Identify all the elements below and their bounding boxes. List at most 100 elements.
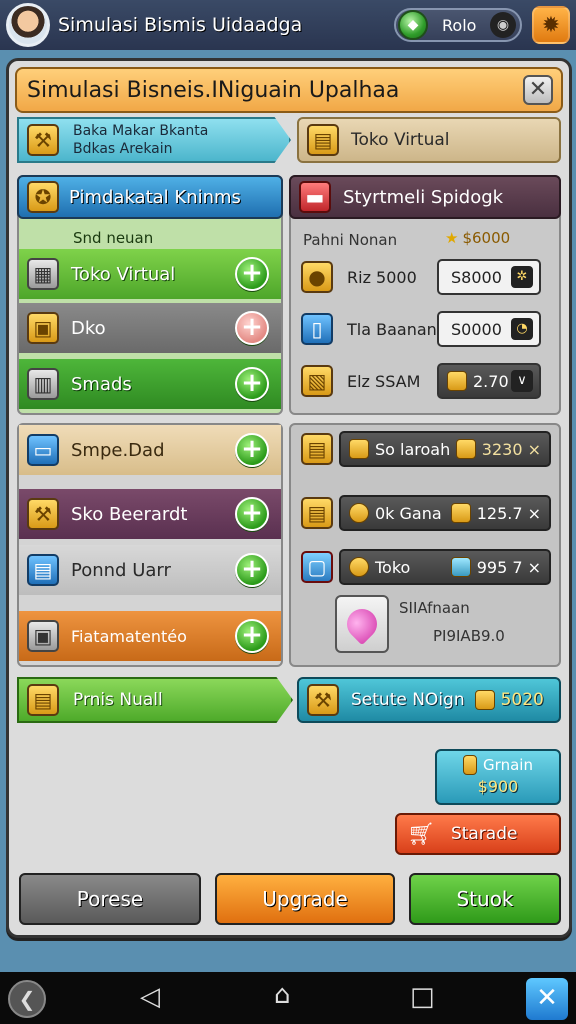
add-button[interactable]: + bbox=[235, 257, 269, 291]
list-item-toko-virtual[interactable]: ▦ Toko Virtual + bbox=[19, 249, 281, 299]
coin-small-icon bbox=[474, 690, 495, 710]
back-icon[interactable]: ◁ bbox=[140, 982, 160, 1012]
banner-bottom-right[interactable]: ⚒ Setute NOign 5020 bbox=[297, 677, 561, 723]
player-avatar[interactable] bbox=[6, 3, 50, 47]
left-header-label: Pimdakatal Kninms bbox=[69, 186, 241, 208]
gear-small-icon bbox=[349, 557, 369, 577]
shop-icon: ▦ bbox=[27, 258, 59, 290]
price-box[interactable]: 2.70 ∨ bbox=[437, 363, 541, 399]
app-title: Simulasi Bismis Uidaadga bbox=[58, 14, 303, 36]
gain-label: Grnain bbox=[437, 755, 559, 775]
gold-bar-icon bbox=[463, 755, 478, 775]
briefcase-icon: ▬ bbox=[299, 181, 331, 213]
tools-icon: ⚒ bbox=[27, 124, 59, 156]
settings-gear-button[interactable]: ✹ bbox=[532, 6, 570, 44]
list-item-smads[interactable]: ▥ Smads + bbox=[19, 359, 281, 409]
crate-icon: ▤ bbox=[27, 684, 59, 716]
wrench-icon: ⚒ bbox=[27, 498, 59, 530]
add-button[interactable]: + bbox=[235, 553, 269, 587]
right-subheader-value: ★ $6000 bbox=[445, 229, 510, 247]
gem-item-card[interactable] bbox=[335, 595, 389, 653]
gem-item-label: SIIAfnaan bbox=[399, 599, 470, 617]
coins-icon: ● bbox=[301, 261, 333, 293]
item-label: Ponnd Uarr bbox=[71, 559, 171, 581]
add-button[interactable]: + bbox=[235, 619, 269, 653]
document-icon: ▤ bbox=[27, 554, 59, 586]
list-item-fiatamatenteo[interactable]: ▣ Fiatamatentéo + bbox=[19, 611, 281, 661]
box-small-icon bbox=[450, 503, 471, 523]
list-item-smpe-dad[interactable]: ▭ Smpe.Dad + bbox=[19, 425, 281, 475]
currency-display[interactable]: ◆ Rolo ◉ bbox=[394, 8, 522, 42]
left-subheader: Snd neuan bbox=[73, 229, 154, 247]
price-value: 2.70 bbox=[473, 371, 509, 391]
stat-pill[interactable]: Toko 995 7 × bbox=[339, 549, 551, 585]
price-row-label: Elz SSAM bbox=[347, 371, 421, 391]
lock-icon: ◉ bbox=[490, 12, 516, 38]
add-button[interactable]: + bbox=[235, 497, 269, 531]
gain-value: $900 bbox=[477, 777, 519, 796]
gem-heart-icon bbox=[340, 602, 384, 646]
stat-label: 0k Gana bbox=[375, 503, 442, 523]
add-button[interactable]: + bbox=[235, 433, 269, 467]
recents-icon[interactable]: □ bbox=[410, 982, 435, 1012]
item-label: Dko bbox=[71, 317, 106, 339]
add-button[interactable]: + bbox=[235, 311, 269, 345]
monitor-icon: ▢ bbox=[301, 551, 333, 583]
banner-right[interactable]: ▤ Toko Virtual bbox=[297, 117, 561, 163]
list-item-sko-beerardt[interactable]: ⚒ Sko Beerardt + bbox=[19, 489, 281, 539]
close-button[interactable]: ✕ bbox=[523, 75, 553, 105]
stock-button[interactable]: Stuok bbox=[409, 873, 561, 925]
item-label: Smpe.Dad bbox=[71, 439, 165, 461]
banner-bottom-left[interactable]: ▤ Prnis Nuall bbox=[17, 677, 293, 723]
banner-left-line2: Bdkas Arekain bbox=[73, 141, 173, 157]
gain-button[interactable]: Grnain $900 bbox=[435, 749, 561, 805]
settings-small-icon: ✲ bbox=[511, 266, 533, 288]
price-row-label: Tla Baanan bbox=[347, 319, 437, 339]
banner-left[interactable]: ⚒ Baka Makar Bkanta Bdkas Arekain bbox=[17, 117, 291, 163]
item-label: Sko Beerardt bbox=[71, 503, 188, 525]
banner-right-label: Toko Virtual bbox=[351, 130, 450, 150]
stat-row[interactable]: ▤ So laroah 3230 × bbox=[301, 429, 557, 469]
price-value: S8000 bbox=[451, 267, 502, 287]
stat-pill[interactable]: So laroah 3230 × bbox=[339, 431, 551, 467]
item-label: Fiatamatentéo bbox=[71, 626, 187, 646]
stat-value: 995 7 × bbox=[476, 557, 541, 577]
business-panel: Simulasi Bisneis.INiguain Upalhaa ✕ ⚒ Ba… bbox=[6, 58, 572, 938]
trade-button[interactable]: 🛒︎ Starade bbox=[395, 813, 561, 855]
add-button[interactable]: + bbox=[235, 367, 269, 401]
price-value: S0000 bbox=[451, 319, 502, 339]
crate-icon: ▤ bbox=[301, 433, 333, 465]
gear-small-icon bbox=[349, 503, 369, 523]
right-column-header: ▬ Styrtmeli Spidogk bbox=[289, 175, 561, 219]
star-icon: ★ bbox=[445, 229, 459, 247]
price-row[interactable]: ▧ Elz SSAM 2.70 ∨ bbox=[301, 361, 557, 401]
stat-pill[interactable]: 0k Gana 125.7 × bbox=[339, 495, 551, 531]
list-item-dko[interactable]: ▣ Dko + bbox=[19, 303, 281, 353]
trophy-icon: ✪ bbox=[27, 181, 59, 213]
pause-button[interactable]: Porese bbox=[19, 873, 201, 925]
close-app-button[interactable]: ✕ bbox=[526, 978, 568, 1020]
cart-icon: 🛒︎ bbox=[407, 821, 435, 847]
price-row[interactable]: ● Riz 5000 S8000 ✲ bbox=[301, 257, 557, 297]
price-box[interactable]: S8000 ✲ bbox=[437, 259, 541, 295]
price-row[interactable]: ▯ Tla Baanan S0000 ◔ bbox=[301, 309, 557, 349]
top-bar: Simulasi Bismis Uidaadga ◆ Rolo ◉ ✹ bbox=[0, 0, 576, 50]
trash-icon: ▯ bbox=[301, 313, 333, 345]
system-nav-bar: ❮ ◁ ⌂ □ ✕ bbox=[0, 972, 576, 1024]
currency-value: Rolo bbox=[442, 15, 477, 35]
box-small-icon bbox=[455, 439, 476, 459]
price-box[interactable]: S0000 ◔ bbox=[437, 311, 541, 347]
stat-row[interactable]: ▢ Toko 995 7 × bbox=[301, 547, 557, 587]
app-circle-button[interactable]: ❮ bbox=[8, 980, 46, 1018]
crate-icon: ▤ bbox=[307, 124, 339, 156]
item-label: Smads bbox=[71, 373, 132, 395]
home-icon[interactable]: ⌂ bbox=[274, 980, 291, 1010]
stat-label: Toko bbox=[375, 557, 411, 577]
gem-icon: ◆ bbox=[398, 10, 428, 40]
stat-value: 125.7 × bbox=[476, 503, 541, 523]
list-item-ponnd-uarr[interactable]: ▤ Ponnd Uarr + bbox=[19, 545, 281, 595]
panel-title: Simulasi Bisneis.INiguain Upalhaa bbox=[27, 77, 400, 103]
panel-header: Simulasi Bisneis.INiguain Upalhaa ✕ bbox=[15, 67, 563, 113]
upgrade-button[interactable]: Upgrade bbox=[215, 873, 395, 925]
stat-row[interactable]: ▤ 0k Gana 125.7 × bbox=[301, 493, 557, 533]
